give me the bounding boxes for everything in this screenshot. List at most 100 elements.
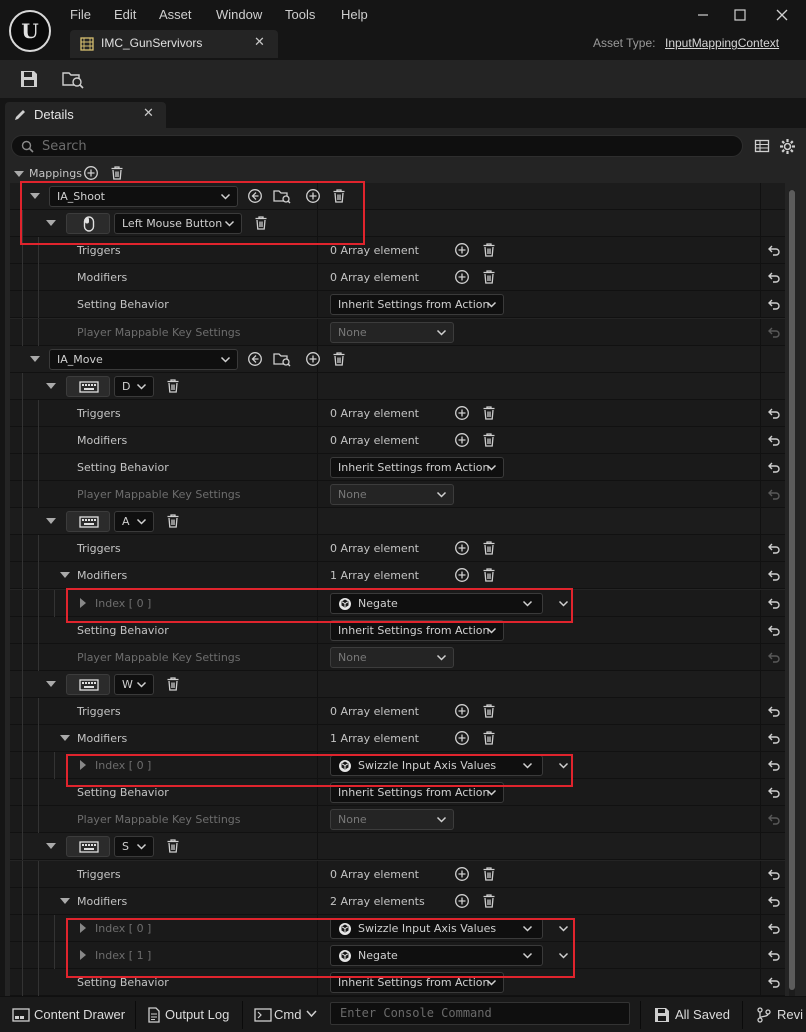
expand-arrow[interactable] bbox=[30, 193, 40, 199]
reset-to-default-icon[interactable] bbox=[767, 758, 781, 772]
menu-file[interactable]: File bbox=[70, 7, 91, 22]
clear-elements-icon[interactable] bbox=[481, 567, 497, 583]
menu-asset[interactable]: Asset bbox=[159, 7, 192, 22]
add-element-icon[interactable] bbox=[454, 893, 470, 909]
clear-elements-icon[interactable] bbox=[481, 730, 497, 746]
clear-elements-icon[interactable] bbox=[481, 866, 497, 882]
action-select[interactable]: IA_Move bbox=[49, 349, 238, 370]
expand-arrow[interactable] bbox=[80, 950, 86, 960]
reset-to-default-icon[interactable] bbox=[767, 541, 781, 555]
expand-arrow[interactable] bbox=[46, 843, 56, 849]
menu-tools[interactable]: Tools bbox=[285, 7, 315, 22]
key-select[interactable]: D bbox=[114, 376, 154, 397]
reset-to-default-icon[interactable] bbox=[767, 867, 781, 881]
add-element-icon[interactable] bbox=[454, 866, 470, 882]
reset-to-default-icon[interactable] bbox=[767, 650, 781, 664]
chevron-down-icon[interactable] bbox=[558, 923, 569, 934]
add-element-icon[interactable] bbox=[454, 703, 470, 719]
setting-behavior-select[interactable]: Inherit Settings from Action bbox=[330, 294, 504, 315]
key-select[interactable]: W bbox=[114, 674, 154, 695]
expand-arrow[interactable] bbox=[46, 220, 56, 226]
delete-key-mapping-icon[interactable] bbox=[165, 676, 181, 692]
maximize-button[interactable] bbox=[726, 4, 754, 26]
reset-to-default-icon[interactable] bbox=[767, 785, 781, 799]
unreal-logo[interactable]: U bbox=[9, 10, 51, 52]
key-select[interactable]: A bbox=[114, 511, 154, 532]
chevron-down-icon[interactable] bbox=[558, 760, 569, 771]
reset-to-default-icon[interactable] bbox=[767, 921, 781, 935]
reset-to-default-icon[interactable] bbox=[767, 243, 781, 257]
browse-asset-icon[interactable] bbox=[273, 188, 291, 204]
console-command-input[interactable]: Enter Console Command bbox=[330, 1002, 630, 1025]
setting-behavior-select[interactable]: Inherit Settings from Action bbox=[330, 620, 504, 641]
action-select[interactable]: IA_Shoot bbox=[49, 186, 238, 207]
add-key-mapping-icon[interactable] bbox=[305, 188, 321, 204]
delete-key-mapping-icon[interactable] bbox=[253, 215, 269, 231]
delete-action-icon[interactable] bbox=[331, 188, 347, 204]
add-element-icon[interactable] bbox=[454, 540, 470, 556]
setting-behavior-select[interactable]: Inherit Settings from Action bbox=[330, 457, 504, 478]
document-tab[interactable]: IMC_GunServivors ✕ bbox=[70, 30, 278, 58]
expand-arrow[interactable] bbox=[60, 572, 70, 578]
table-view-icon[interactable] bbox=[754, 138, 770, 154]
reset-to-default-icon[interactable] bbox=[767, 270, 781, 284]
clear-elements-icon[interactable] bbox=[481, 703, 497, 719]
reset-to-default-icon[interactable] bbox=[767, 704, 781, 718]
add-element-icon[interactable] bbox=[454, 730, 470, 746]
modifier-class-select[interactable]: Negate bbox=[330, 945, 543, 966]
key-selector-button[interactable] bbox=[66, 213, 110, 234]
expand-arrow[interactable] bbox=[46, 681, 56, 687]
delete-action-icon[interactable] bbox=[331, 351, 347, 367]
expand-arrow[interactable] bbox=[46, 518, 56, 524]
delete-key-mapping-icon[interactable] bbox=[165, 378, 181, 394]
menu-edit[interactable]: Edit bbox=[114, 7, 136, 22]
output-log-button[interactable]: Output Log bbox=[140, 997, 240, 1032]
expand-arrow[interactable] bbox=[80, 760, 86, 770]
reset-to-default-icon[interactable] bbox=[767, 460, 781, 474]
expand-arrow[interactable] bbox=[60, 898, 70, 904]
menu-window[interactable]: Window bbox=[216, 7, 262, 22]
cmd-button[interactable]: Cmd bbox=[246, 997, 326, 1032]
reset-to-default-icon[interactable] bbox=[767, 406, 781, 420]
expand-arrow[interactable] bbox=[30, 356, 40, 362]
reset-to-default-icon[interactable] bbox=[767, 623, 781, 637]
add-element-icon[interactable] bbox=[454, 432, 470, 448]
key-select[interactable]: Left Mouse Button bbox=[114, 213, 242, 234]
minimize-button[interactable] bbox=[689, 4, 717, 26]
reset-to-default-icon[interactable] bbox=[767, 325, 781, 339]
settings-gear-icon[interactable] bbox=[779, 138, 796, 155]
add-element-icon[interactable] bbox=[454, 567, 470, 583]
add-element-icon[interactable] bbox=[454, 405, 470, 421]
content-drawer-button[interactable]: Content Drawer bbox=[0, 997, 133, 1032]
reset-to-default-icon[interactable] bbox=[767, 487, 781, 501]
clear-elements-icon[interactable] bbox=[481, 269, 497, 285]
use-selected-asset-icon[interactable] bbox=[247, 351, 263, 367]
expand-arrow[interactable] bbox=[80, 598, 86, 608]
reset-to-default-icon[interactable] bbox=[767, 433, 781, 447]
delete-key-mapping-icon[interactable] bbox=[165, 838, 181, 854]
reset-to-default-icon[interactable] bbox=[767, 975, 781, 989]
reset-to-default-icon[interactable] bbox=[767, 894, 781, 908]
close-window-button[interactable] bbox=[768, 4, 796, 26]
clear-elements-icon[interactable] bbox=[481, 432, 497, 448]
key-selector-button[interactable] bbox=[66, 376, 110, 397]
clear-elements-icon[interactable] bbox=[481, 242, 497, 258]
chevron-down-icon[interactable] bbox=[558, 950, 569, 961]
asset-type-link[interactable]: InputMappingContext bbox=[665, 36, 779, 50]
expand-arrow[interactable] bbox=[80, 923, 86, 933]
delete-key-mapping-icon[interactable] bbox=[165, 513, 181, 529]
reset-to-default-icon[interactable] bbox=[767, 297, 781, 311]
key-selector-button[interactable] bbox=[66, 511, 110, 532]
clear-elements-icon[interactable] bbox=[481, 540, 497, 556]
key-selector-button[interactable] bbox=[66, 674, 110, 695]
modifier-class-select[interactable]: Swizzle Input Axis Values bbox=[330, 755, 543, 776]
clear-elements-icon[interactable] bbox=[481, 893, 497, 909]
all-saved-button[interactable]: All Saved bbox=[644, 997, 739, 1032]
reset-to-default-icon[interactable] bbox=[767, 731, 781, 745]
chevron-down-icon[interactable] bbox=[558, 598, 569, 609]
revision-control-button[interactable]: Revi bbox=[746, 997, 806, 1032]
key-select[interactable]: S bbox=[114, 836, 154, 857]
reset-to-default-icon[interactable] bbox=[767, 812, 781, 826]
search-input[interactable]: Search bbox=[11, 135, 743, 157]
clear-elements-icon[interactable] bbox=[481, 405, 497, 421]
